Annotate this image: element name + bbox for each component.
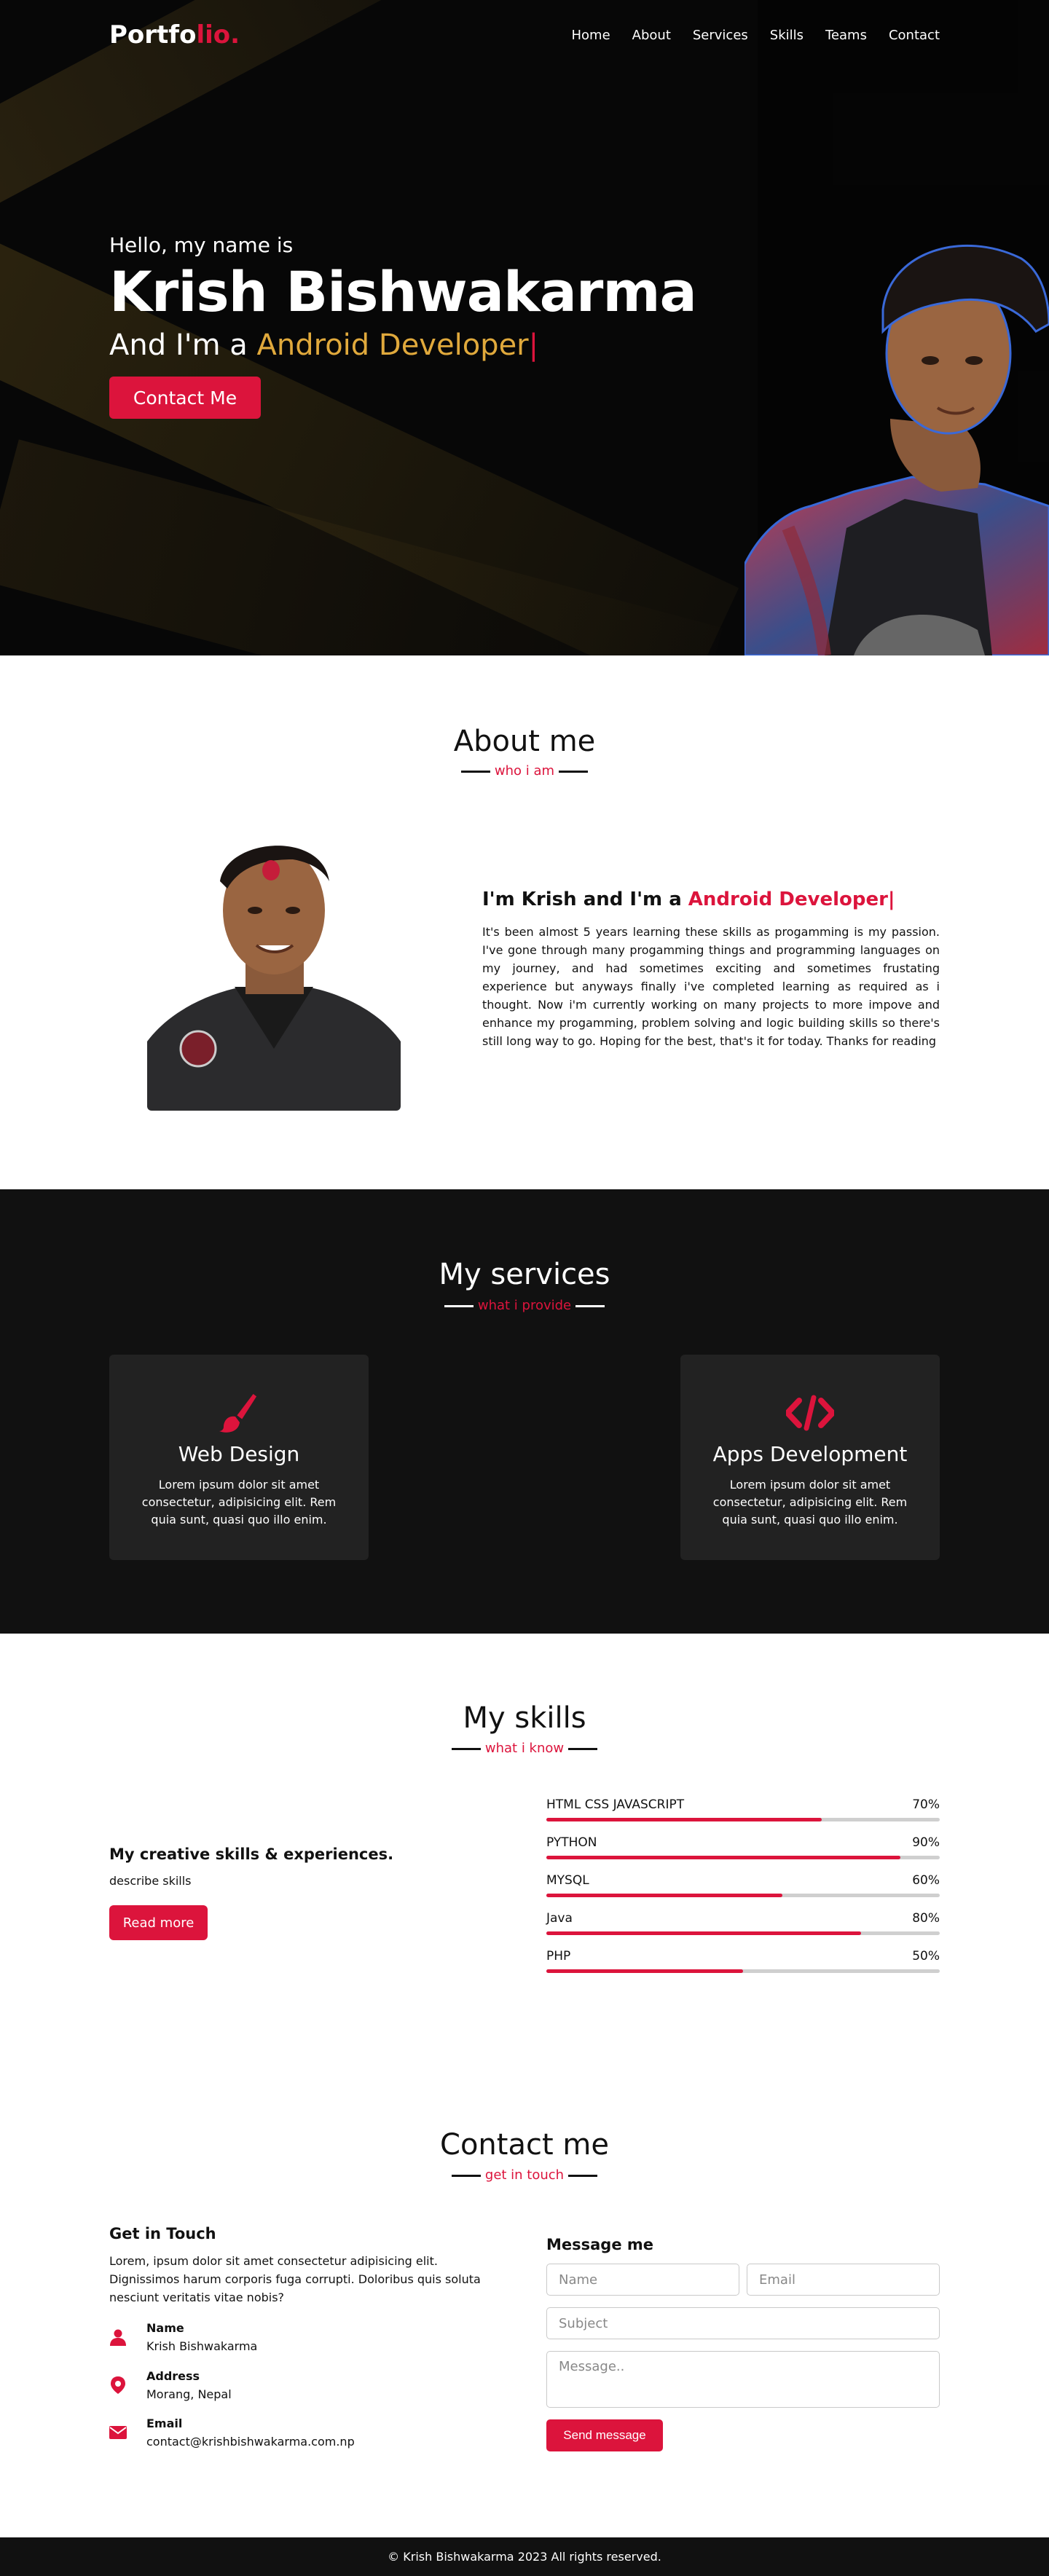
- nav-link-skills[interactable]: Skills: [770, 28, 804, 43]
- read-more-button[interactable]: Read more: [109, 1905, 208, 1940]
- about-profile-photo: [147, 830, 401, 1111]
- nav-menu: Home About Services Skills Teams Contact: [572, 28, 940, 43]
- contact-subtitle: get in touch: [0, 2167, 1049, 2183]
- nav-link-home[interactable]: Home: [572, 28, 610, 43]
- skill-bar: HTML CSS JAVASCRIPT 70%: [546, 1797, 940, 1835]
- message-textarea[interactable]: [546, 2351, 940, 2408]
- contact-info-value: contact@krishbishwakarma.com.np: [146, 2435, 355, 2449]
- contact-info-label: Email: [146, 2417, 183, 2430]
- skill-bar: MYSQL 60%: [546, 1873, 940, 1911]
- contact-info-address: Address Morang, Nepal: [109, 2369, 503, 2406]
- about-heading: I'm Krish and I'm a Android Developer|: [482, 889, 895, 910]
- skill-name: MYSQL: [546, 1873, 589, 1888]
- skill-track: [546, 1894, 940, 1897]
- nav-link-services[interactable]: Services: [693, 28, 748, 43]
- about-title: About me: [453, 725, 596, 758]
- hero-profile-photo: [744, 244, 1049, 655]
- skill-track: [546, 1969, 940, 1973]
- footer-copyright: © Krish Bishwakarma 2023 All rights rese…: [388, 2550, 661, 2564]
- skill-fill: [546, 1894, 782, 1897]
- contact-title: Contact me: [440, 2128, 609, 2162]
- service-card-text: Lorem ipsum dolor sit amet consectetur, …: [712, 1478, 908, 1527]
- hero-greeting: Hello, my name is: [109, 233, 294, 257]
- skill-fill: [546, 1969, 743, 1973]
- service-card-web-design[interactable]: Web Design Lorem ipsum dolor sit amet co…: [109, 1355, 369, 1560]
- contact-info-label: Address: [146, 2369, 200, 2383]
- footer: © Krish Bishwakarma 2023 All rights rese…: [0, 2537, 1049, 2576]
- service-card-apps-development[interactable]: Apps Development Lorem ipsum dolor sit a…: [680, 1355, 940, 1560]
- services-subtitle: what i provide: [0, 1298, 1049, 1313]
- skill-name: HTML CSS JAVASCRIPT: [546, 1797, 685, 1812]
- nav-link-teams[interactable]: Teams: [825, 28, 867, 43]
- hero-content: Hello, my name is Krish Bishwakarma And …: [109, 233, 697, 362]
- skill-bar: Java 80%: [546, 1911, 940, 1949]
- skill-percent: 70%: [912, 1797, 940, 1812]
- skill-name: PHP: [546, 1949, 571, 1963]
- contact-info-name: Name Krish Bishwakarma: [109, 2321, 503, 2358]
- service-card-title: Apps Development: [712, 1442, 908, 1466]
- contact-info-email: Email contact@krishbishwakarma.com.np: [109, 2417, 503, 2453]
- skill-percent: 50%: [912, 1949, 940, 1963]
- skill-fill: [546, 1818, 822, 1821]
- skill-name: Java: [546, 1911, 573, 1926]
- envelope-icon: [109, 2426, 127, 2439]
- skill-track: [546, 1818, 940, 1821]
- skill-bars: HTML CSS JAVASCRIPT 70% PYTHON 90% MYSQL…: [546, 1797, 940, 1987]
- code-icon: [680, 1391, 940, 1435]
- send-message-button[interactable]: Send message: [546, 2419, 663, 2451]
- contact-info-label: Name: [146, 2321, 184, 2335]
- get-in-touch-heading: Get in Touch: [109, 2225, 216, 2242]
- skill-bar: PYTHON 90%: [546, 1835, 940, 1873]
- hero-role: And I'm a Android Developer|: [109, 328, 539, 362]
- skill-fill: [546, 1931, 861, 1935]
- nav-link-about[interactable]: About: [632, 28, 671, 43]
- about-subtitle: who i am: [0, 763, 1049, 779]
- skill-bar: PHP 50%: [546, 1949, 940, 1987]
- nav-link-contact[interactable]: Contact: [889, 28, 940, 43]
- skill-percent: 80%: [912, 1911, 940, 1926]
- hero-name: Krish Bishwakarma: [109, 259, 697, 324]
- site-logo[interactable]: Portfolio.: [109, 20, 240, 50]
- subject-input[interactable]: [546, 2307, 940, 2339]
- skills-title: My skills: [463, 1701, 586, 1735]
- about-paragraph: It's been almost 5 years learning these …: [482, 925, 940, 1048]
- skill-percent: 60%: [912, 1873, 940, 1888]
- skill-percent: 90%: [912, 1835, 940, 1850]
- user-icon: [110, 2329, 126, 2346]
- name-input[interactable]: [546, 2264, 739, 2296]
- get-in-touch-text: Lorem, ipsum dolor sit amet consectetur …: [109, 2254, 481, 2304]
- contact-info-value: Krish Bishwakarma: [146, 2339, 258, 2353]
- service-card-text: Lorem ipsum dolor sit amet consectetur, …: [141, 1478, 337, 1527]
- skill-track: [546, 1856, 940, 1859]
- contact-info-value: Morang, Nepal: [146, 2387, 232, 2401]
- contact-me-button[interactable]: Contact Me: [109, 377, 261, 419]
- message-me-heading: Message me: [546, 2236, 654, 2253]
- navbar: Portfolio. Home About Services Skills Te…: [0, 0, 1049, 73]
- skill-fill: [546, 1856, 900, 1859]
- email-input[interactable]: [747, 2264, 940, 2296]
- skill-track: [546, 1931, 940, 1935]
- skills-subtitle: what i know: [0, 1741, 1049, 1756]
- service-card-title: Web Design: [178, 1442, 300, 1466]
- skills-description: describe skills: [109, 1874, 192, 1888]
- map-marker-icon: [111, 2376, 125, 2394]
- services-title: My services: [439, 1258, 610, 1291]
- skills-lead: My creative skills & experiences.: [109, 1846, 394, 1863]
- skill-name: PYTHON: [546, 1835, 597, 1850]
- paint-brush-icon: [109, 1391, 369, 1435]
